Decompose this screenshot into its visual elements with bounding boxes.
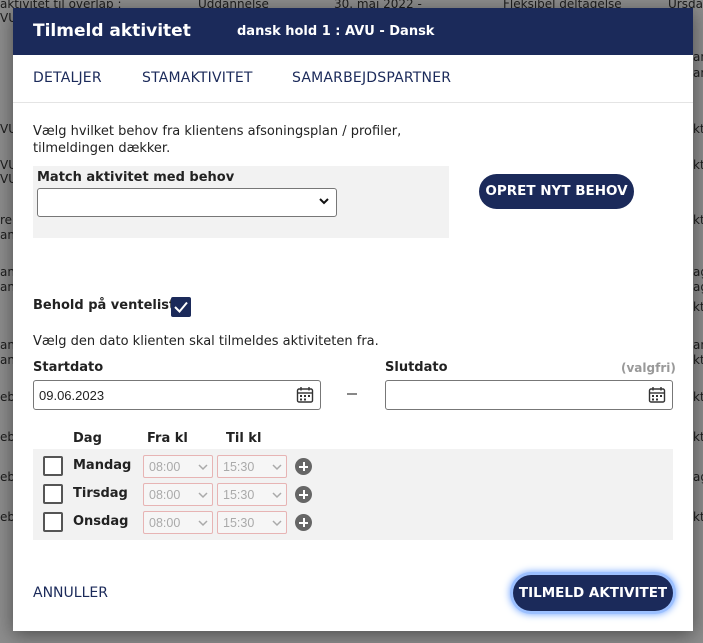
end-date-label: Slutdato bbox=[385, 360, 448, 375]
day-checkbox[interactable] bbox=[43, 484, 63, 504]
enroll-activity-dialog: Tilmeld aktivitet dansk hold 1 : AVU - D… bbox=[13, 8, 693, 631]
to-time-select[interactable]: 15:30 bbox=[217, 455, 287, 478]
to-time-value: 15:30 bbox=[223, 460, 255, 474]
day-label: Mandag bbox=[73, 458, 132, 473]
to-time-value: 15:30 bbox=[223, 488, 255, 502]
from-time-value: 08:00 bbox=[149, 460, 181, 474]
chevron-down-icon bbox=[272, 492, 282, 499]
schedule-row-tirsdag: Tirsdag 08:00 15:30 bbox=[33, 481, 673, 507]
tab-samarbejdspartner[interactable]: SAMARBEJDSPARTNER bbox=[292, 70, 451, 86]
calendar-icon[interactable] bbox=[296, 386, 314, 404]
from-time-select[interactable]: 08:00 bbox=[143, 455, 213, 478]
match-need-select[interactable] bbox=[37, 188, 337, 217]
day-checkbox[interactable] bbox=[43, 512, 63, 532]
create-need-button[interactable]: OPRET NYT BEHOV bbox=[479, 174, 634, 209]
column-header-from: Fra kl bbox=[147, 431, 188, 446]
checkmark-icon bbox=[174, 301, 188, 313]
submit-enroll-button[interactable]: TILMELD AKTIVITET bbox=[513, 575, 673, 611]
from-time-value: 08:00 bbox=[149, 488, 181, 502]
column-header-day: Dag bbox=[73, 431, 102, 446]
dialog-subtitle: dansk hold 1 : AVU - Dansk bbox=[237, 24, 435, 39]
column-header-to: Til kl bbox=[226, 431, 262, 446]
day-label: Tirsdag bbox=[73, 486, 128, 501]
needs-instruction: Vælg hvilket behov fra klientens afsonin… bbox=[33, 124, 402, 156]
day-label: Onsdag bbox=[73, 514, 129, 529]
chevron-down-icon bbox=[198, 520, 208, 527]
date-range-separator bbox=[347, 393, 357, 395]
add-time-icon[interactable] bbox=[295, 458, 312, 475]
from-time-value: 08:00 bbox=[149, 516, 181, 530]
dialog-title: Tilmeld aktivitet bbox=[33, 21, 191, 41]
chevron-down-icon bbox=[319, 198, 329, 205]
add-time-icon[interactable] bbox=[295, 486, 312, 503]
date-instruction: Vælg den dato klienten skal tilmeldes ak… bbox=[33, 334, 379, 349]
to-time-select[interactable]: 15:30 bbox=[217, 511, 287, 534]
chevron-down-icon bbox=[272, 464, 282, 471]
schedule-row-onsdag: Onsdag 08:00 15:30 bbox=[33, 509, 673, 535]
end-date-input[interactable] bbox=[385, 380, 673, 410]
chevron-down-icon bbox=[198, 492, 208, 499]
waitlist-checkbox[interactable] bbox=[171, 297, 191, 317]
tab-stamaktivitet[interactable]: STAMAKTIVITET bbox=[142, 70, 253, 86]
start-date-value: 09.06.2023 bbox=[39, 388, 105, 403]
to-time-value: 15:30 bbox=[223, 516, 255, 530]
cancel-button[interactable]: ANNULLER bbox=[33, 585, 108, 601]
start-date-label: Startdato bbox=[33, 360, 104, 375]
match-need-panel: Match aktivitet med behov bbox=[33, 166, 449, 238]
chevron-down-icon bbox=[272, 520, 282, 527]
day-checkbox[interactable] bbox=[43, 456, 63, 476]
from-time-select[interactable]: 08:00 bbox=[143, 511, 213, 534]
tab-detaljer[interactable]: DETALJER bbox=[33, 70, 102, 86]
add-time-icon[interactable] bbox=[295, 514, 312, 531]
calendar-icon[interactable] bbox=[648, 386, 666, 404]
from-time-select[interactable]: 08:00 bbox=[143, 483, 213, 506]
waitlist-label: Behold på venteliste bbox=[33, 298, 185, 313]
start-date-input[interactable]: 09.06.2023 bbox=[33, 380, 321, 410]
dialog-header: Tilmeld aktivitet dansk hold 1 : AVU - D… bbox=[13, 8, 693, 55]
weekly-schedule: Dag Fra kl Til kl Mandag 08:00 15:30 Tir… bbox=[33, 428, 673, 540]
to-time-select[interactable]: 15:30 bbox=[217, 483, 287, 506]
chevron-down-icon bbox=[198, 464, 208, 471]
optional-hint: (valgfri) bbox=[621, 361, 676, 375]
schedule-row-mandag: Mandag 08:00 15:30 bbox=[33, 453, 673, 479]
tab-bar: DETALJER STAMAKTIVITET SAMARBEJDSPARTNER bbox=[13, 55, 693, 103]
match-need-label: Match aktivitet med behov bbox=[37, 170, 235, 185]
